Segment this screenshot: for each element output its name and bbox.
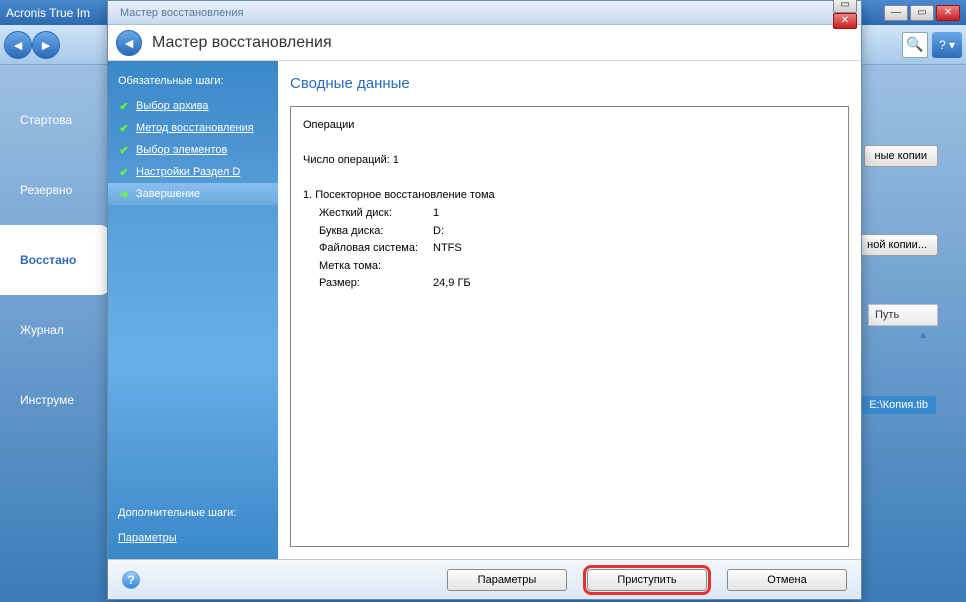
help-dropdown[interactable]: ? ▾: [932, 32, 962, 58]
sidebar-item-log[interactable]: Журнал: [0, 295, 110, 365]
nav-forward-button[interactable]: ►: [32, 31, 60, 59]
wizard-header: ◄ Мастер восстановления: [108, 25, 861, 61]
wizard-titlebar: Мастер восстановления ▭ ✕: [108, 1, 861, 25]
optional-params-link[interactable]: Параметры: [118, 532, 177, 544]
arrow-right-icon: ➔: [118, 188, 130, 200]
op1-title: 1. Посекторное восстановление тома: [303, 187, 836, 205]
check-icon: ✔: [118, 144, 130, 156]
check-icon: ✔: [118, 122, 130, 134]
step-elements: ✔ Выбор элементов: [108, 139, 278, 161]
step-archive: ✔ Выбор архива: [108, 95, 278, 117]
sidebar-item-backup[interactable]: Резервно: [0, 155, 110, 225]
wizard-dialog: Мастер восстановления ▭ ✕ ◄ Мастер восст…: [107, 0, 862, 600]
row-fs: Файловая система:NTFS: [303, 240, 836, 258]
help-icon[interactable]: ?: [122, 571, 140, 589]
wizard-steps-panel: Обязательные шаги: ✔ Выбор архива ✔ Метод …: [108, 61, 278, 559]
row-volume: Метка тома:: [303, 258, 836, 276]
step-link[interactable]: Выбор элементов: [136, 144, 227, 156]
nav-back-button[interactable]: ◄: [4, 31, 32, 59]
ops-count-row: Число операций: 1: [303, 152, 836, 170]
cancel-button[interactable]: Отмена: [727, 569, 847, 591]
wizard-close-button[interactable]: ✕: [833, 13, 857, 29]
bg-copies-button[interactable]: ные копии: [864, 145, 938, 167]
step-finish: ➔ Завершение: [108, 183, 278, 205]
sidebar-item-restore[interactable]: Восстано: [0, 225, 110, 295]
wizard-footer: ? Параметры Приступить Отмена: [108, 559, 861, 599]
required-steps-label: Обязательные шаги:: [108, 71, 278, 95]
summary-title: Сводные данные: [290, 75, 849, 92]
ops-heading: Операции: [303, 117, 836, 135]
row-size: Размер:24,9 ГБ: [303, 275, 836, 293]
step-link[interactable]: Настройки Раздел D: [136, 166, 240, 178]
wizard-window-title: Мастер восстановления: [112, 7, 243, 19]
parent-close-button[interactable]: ✕: [936, 5, 960, 21]
check-icon: ✔: [118, 166, 130, 178]
row-hdd: Жесткий диск:1: [303, 205, 836, 223]
sidebar-item-tools[interactable]: Инструме: [0, 365, 110, 435]
step-label: Завершение: [136, 188, 200, 200]
bg-path-header: Путь: [868, 304, 938, 326]
sidebar-item-start[interactable]: Стартова: [0, 85, 110, 155]
parent-minimize-button[interactable]: —: [884, 5, 908, 21]
step-method: ✔ Метод восстановления: [108, 117, 278, 139]
bg-copy-of-button[interactable]: ной копии...: [856, 234, 938, 256]
wizard-main-panel: Сводные данные Операции Число операций: …: [278, 61, 861, 559]
check-icon: ✔: [118, 100, 130, 112]
optional-steps-label: Дополнительные шаги:: [118, 503, 268, 527]
collapse-chevron-icon[interactable]: ▲: [918, 330, 928, 341]
bg-file-tag[interactable]: E:\Копия.tib: [861, 396, 936, 414]
step-link[interactable]: Выбор архива: [136, 100, 208, 112]
parent-sidebar: Стартова Резервно Восстано Журнал Инстру…: [0, 85, 110, 602]
row-letter: Буква диска:D:: [303, 223, 836, 241]
wizard-maximize-button[interactable]: ▭: [833, 0, 857, 13]
search-icon[interactable]: 🔍: [902, 32, 928, 58]
proceed-button[interactable]: Приступить: [587, 569, 707, 591]
step-link[interactable]: Метод восстановления: [136, 122, 254, 134]
parent-app-title: Acronis True Im: [6, 6, 90, 20]
wizard-back-button[interactable]: ◄: [116, 30, 142, 56]
params-button[interactable]: Параметры: [447, 569, 567, 591]
summary-box: Операции Число операций: 1 1. Посекторно…: [290, 106, 849, 547]
step-partition: ✔ Настройки Раздел D: [108, 161, 278, 183]
parent-maximize-button[interactable]: ▭: [910, 5, 934, 21]
wizard-header-title: Мастер восстановления: [152, 34, 332, 52]
